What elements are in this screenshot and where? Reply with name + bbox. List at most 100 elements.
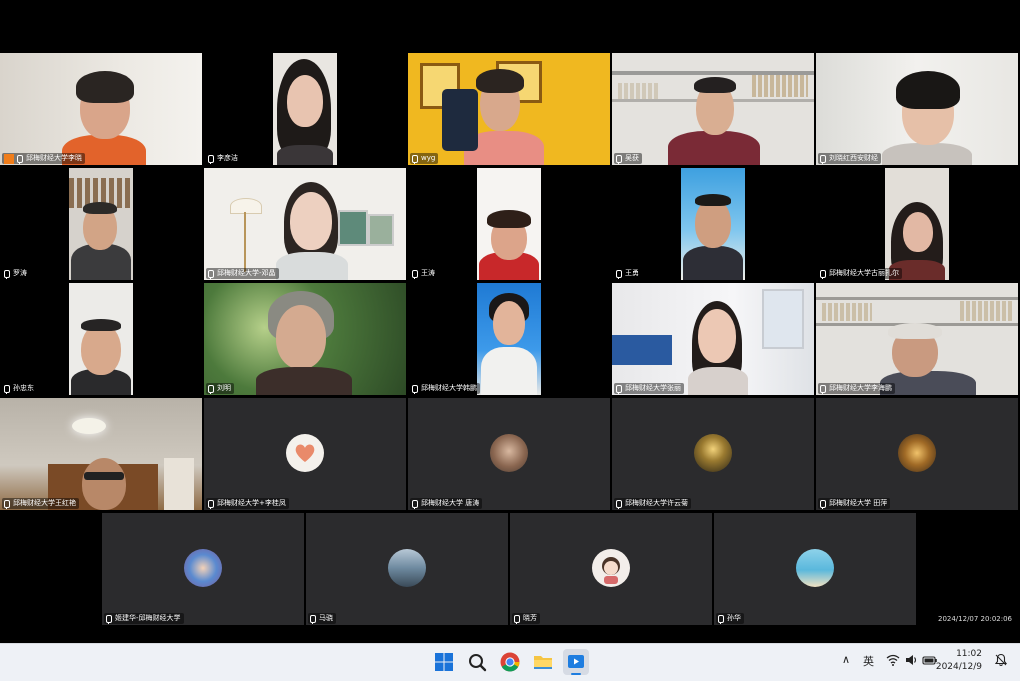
participant-name: 吴获 (625, 154, 639, 162)
microphone-icon (412, 384, 418, 394)
participant-name-bar: 王勇 (614, 268, 642, 279)
participant-video (69, 168, 133, 280)
participant-name-bar: 邱梅财经大学许云菊 (614, 498, 691, 509)
participant-video (477, 168, 541, 280)
participant-video (885, 168, 949, 280)
microphone-icon (208, 154, 214, 164)
participant-name: 李彦洁 (217, 154, 238, 162)
participant-name-bar: 邱梅财经大学李海鹏 (818, 383, 895, 394)
participant-name: 晓芳 (523, 614, 537, 622)
windows-start-icon[interactable] (433, 651, 455, 673)
video-tile[interactable]: 李彦洁 (204, 53, 406, 165)
system-clock[interactable]: 11:02 2024/12/9 (936, 648, 982, 674)
participant-name: 邱梅财经大学王红艳 (13, 499, 76, 507)
participant-video (69, 283, 133, 395)
microphone-icon (310, 614, 316, 624)
meeting-app-icon[interactable] (563, 649, 589, 675)
participant-name: 邱梅财经大学+李桂凤 (217, 499, 286, 507)
participant-name-bar: 邱梅财经大学 田萍 (818, 498, 891, 509)
video-tile[interactable]: 邱梅财经大学张丽 (612, 283, 814, 395)
participant-name-bar: 邱梅财经大学-邓晶 (206, 268, 279, 279)
participant-name: 邱梅财经大学李晓 (26, 154, 82, 162)
participant-name-bar: 邱梅财经大学王红艳 (2, 498, 79, 509)
video-tile[interactable]: 孙华 (714, 513, 916, 625)
participant-name-bar: 晓芳 (512, 613, 540, 624)
clock-date: 2024/12/9 (935, 662, 982, 672)
participant-name-bar: wyg (410, 153, 439, 164)
video-tile[interactable]: 邱梅财经大学许云菊 (612, 398, 814, 510)
microphone-icon (616, 269, 622, 279)
participant-video (477, 283, 541, 395)
participant-name: 邱梅财经大学 唐涛 (421, 499, 480, 507)
microphone-icon (718, 614, 724, 624)
video-tile[interactable]: 马骁 (306, 513, 508, 625)
participant-video (612, 283, 814, 395)
participant-name: 孙华 (727, 614, 741, 622)
video-tile[interactable]: 邱梅财经大学韩鹏 (408, 283, 610, 395)
video-tile[interactable]: wyg (408, 53, 610, 165)
microphone-icon (4, 269, 10, 279)
participant-name: 马骁 (319, 614, 333, 622)
video-tile[interactable]: 王涛 (408, 168, 610, 280)
show-hidden-icons-chevron-icon[interactable]: ∧ (842, 653, 850, 666)
participant-name: 王涛 (421, 269, 435, 277)
participant-name: 邱梅财经大学李海鹏 (829, 384, 892, 392)
participant-name-bar: 姬建华-邱梅财经大学 (104, 613, 184, 624)
participant-name: 罗涛 (13, 269, 27, 277)
video-tile[interactable]: 孙忠东 (0, 283, 202, 395)
participant-video (408, 53, 610, 165)
participant-video (273, 53, 337, 165)
microphone-icon (514, 614, 520, 624)
video-tile[interactable]: 邱梅财经大学+李桂凤 (204, 398, 406, 510)
video-tile[interactable]: 刘晓红西安财经 (816, 53, 1018, 165)
microphone-icon (17, 154, 23, 164)
avatar (592, 549, 630, 587)
input-method-indicator[interactable]: 英 (863, 653, 874, 669)
participant-name: 姬建华-邱梅财经大学 (115, 614, 181, 622)
speaking-badge (4, 153, 14, 164)
notification-bell-icon[interactable] (994, 653, 1008, 670)
video-tile[interactable]: 晓芳 (510, 513, 712, 625)
search-icon[interactable] (466, 651, 488, 673)
video-tile[interactable]: 邱梅财经大学王红艳 (0, 398, 202, 510)
participant-video (0, 398, 202, 510)
clock-time: 11:02 (956, 649, 982, 659)
video-tile[interactable]: 罗涛 (0, 168, 202, 280)
file-explorer-icon[interactable] (532, 651, 554, 673)
participant-name-bar: 孙忠东 (2, 383, 37, 394)
participant-video (0, 53, 202, 165)
video-tile[interactable]: 邱梅财经大学-邓晶 (204, 168, 406, 280)
microphone-icon (4, 499, 10, 509)
participant-video (204, 168, 406, 280)
video-tile[interactable]: 刘明 (204, 283, 406, 395)
participant-name-bar: 马骁 (308, 613, 336, 624)
wifi-icon[interactable] (886, 654, 900, 669)
participant-name-bar: 吴获 (614, 153, 642, 164)
video-tile[interactable]: 王勇 (612, 168, 814, 280)
participant-video (612, 53, 814, 165)
participant-name: 王勇 (625, 269, 639, 277)
avatar (490, 434, 528, 472)
microphone-icon (208, 499, 214, 509)
video-tile[interactable]: 邱梅财经大学 田萍 (816, 398, 1018, 510)
microphone-icon (208, 384, 214, 394)
avatar (184, 549, 222, 587)
participant-name-bar: 邱梅财经大学韩鹏 (410, 383, 480, 394)
participant-name-bar: 邱梅财经大学李晓 (2, 153, 85, 164)
avatar (694, 434, 732, 472)
microphone-icon (820, 269, 826, 279)
microphone-icon (616, 154, 622, 164)
microphone-icon (820, 154, 826, 164)
participant-name: 邱梅财经大学古丽扎尔 (829, 269, 899, 277)
video-tile[interactable]: 吴获 (612, 53, 814, 165)
video-tile[interactable]: 邱梅财经大学 唐涛 (408, 398, 610, 510)
video-tile[interactable]: 姬建华-邱梅财经大学 (102, 513, 304, 625)
participant-name: 邱梅财经大学张丽 (625, 384, 681, 392)
speaker-icon[interactable] (905, 654, 918, 669)
microphone-icon (412, 499, 418, 509)
chrome-icon[interactable] (499, 651, 521, 673)
video-tile[interactable]: 邱梅财经大学古丽扎尔 (816, 168, 1018, 280)
video-tile[interactable]: 邱梅财经大学李海鹏 (816, 283, 1018, 395)
participant-video (816, 53, 1018, 165)
video-tile[interactable]: 邱梅财经大学李晓 (0, 53, 202, 165)
